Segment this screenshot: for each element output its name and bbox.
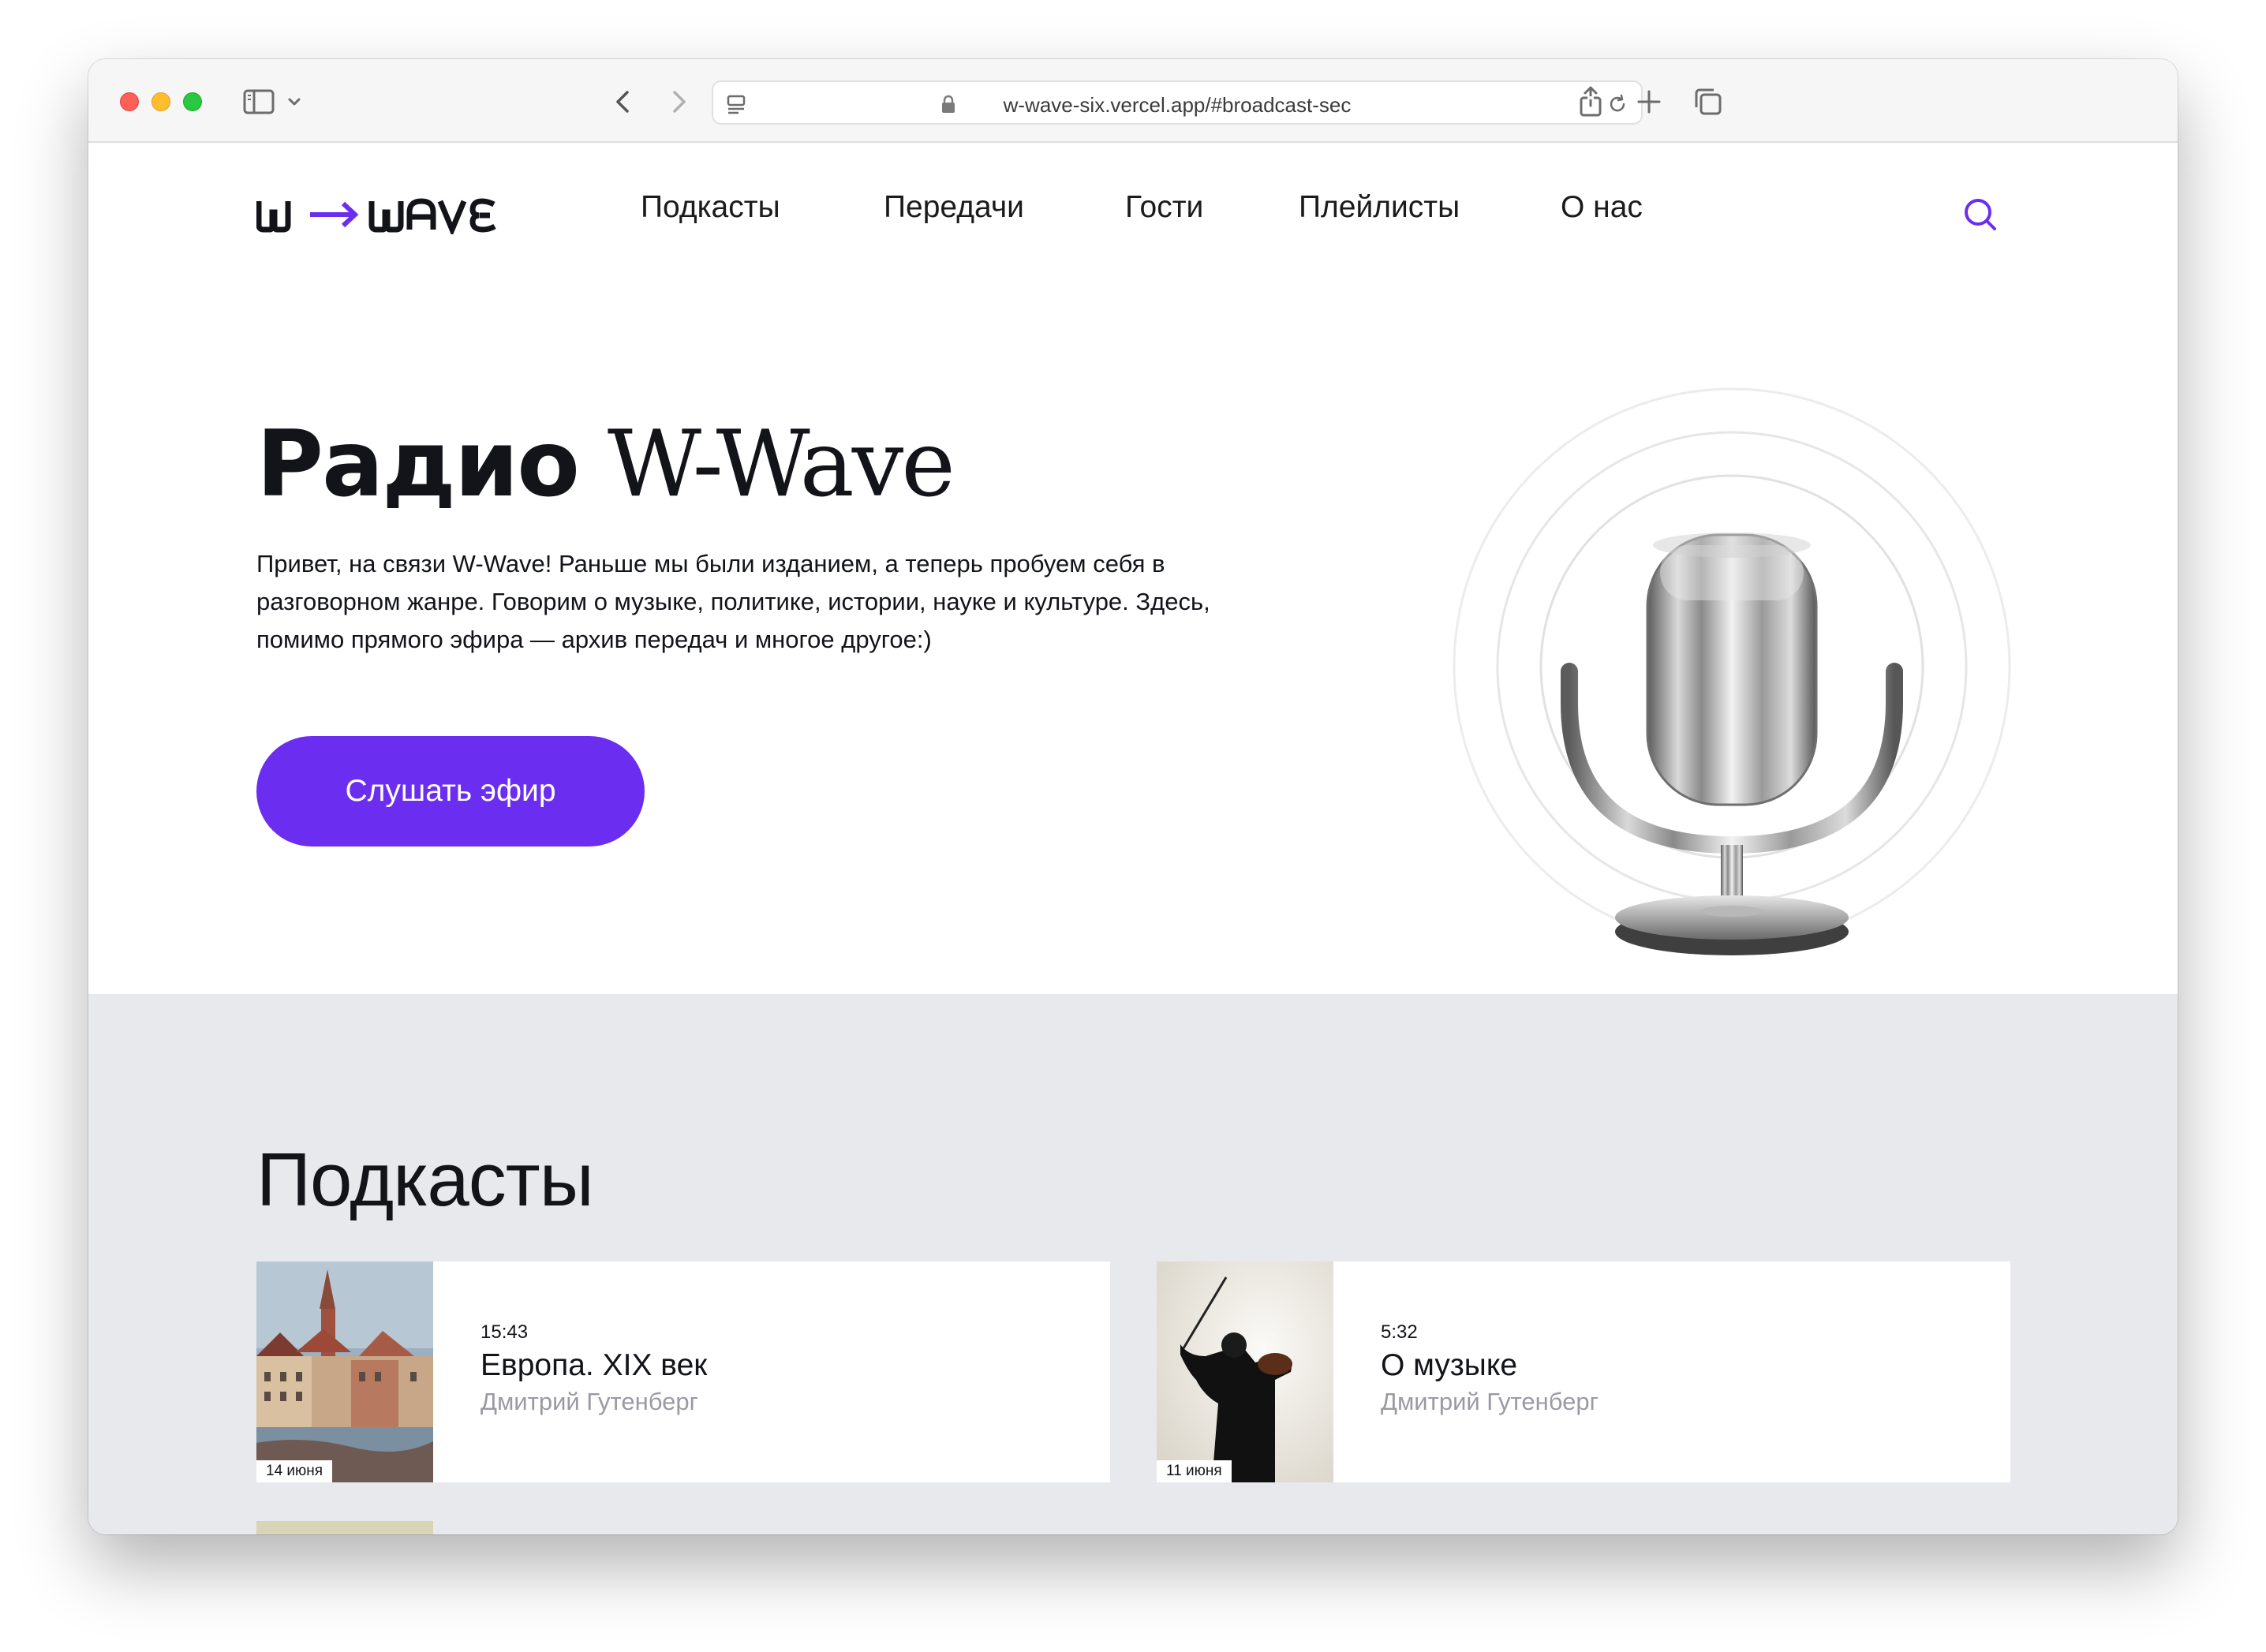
minimize-window-button[interactable]	[151, 92, 170, 111]
nav-about[interactable]: О нас	[1561, 190, 1643, 225]
next-podcast-cover	[256, 1521, 433, 1534]
back-arrow-icon[interactable]	[606, 83, 641, 121]
hero-title-brand: W-Wave	[607, 411, 955, 518]
hero-description: Привет, на связи W-Wave! Раньше мы были …	[256, 550, 1210, 653]
browser-toolbar: w-wave-six.vercel.app/#broadcast-sec	[88, 59, 2178, 143]
hero-title-radio: Радио	[256, 411, 580, 518]
search-icon[interactable]	[1961, 195, 1999, 233]
sidebar-toggle-icon[interactable]	[241, 83, 278, 121]
podcasts-section: Подкасты 14 июня 15:43 Европа. XIX век Д…	[88, 994, 2178, 1534]
nav-broadcasts[interactable]: Передачи	[884, 190, 1024, 225]
microphone-illustration	[1453, 387, 2011, 955]
podcast-duration: 15:43	[480, 1321, 529, 1343]
chevron-down-icon[interactable]	[286, 83, 303, 121]
podcast-card[interactable]: 11 июня 5:32 О музыке Дмитрий Гутенберг	[1157, 1261, 2010, 1482]
new-tab-icon[interactable]	[1632, 83, 1666, 121]
close-window-button[interactable]	[120, 92, 139, 111]
hero-title: Радио W-Wave	[256, 419, 955, 510]
nav-playlists[interactable]: Плейлисты	[1299, 190, 1460, 225]
tab-overview-icon[interactable]	[1690, 83, 1725, 121]
zoom-window-button[interactable]	[183, 92, 202, 111]
listen-live-button[interactable]: Слушать эфир	[256, 736, 645, 847]
w-wave-logo[interactable]	[256, 193, 514, 234]
hero-section: Подкасты Передачи Гости Плейлисты О нас …	[88, 143, 2178, 994]
web-page: Подкасты Передачи Гости Плейлисты О нас …	[88, 143, 2178, 1534]
podcast-title[interactable]: Европа. XIX век	[480, 1348, 707, 1383]
share-icon[interactable]	[1573, 83, 1608, 121]
url-text: w-wave-six.vercel.app/#broadcast-sec	[1003, 93, 1352, 117]
podcast-title[interactable]: О музыке	[1381, 1348, 1517, 1383]
podcast-duration: 5:32	[1381, 1321, 1418, 1343]
podcast-cover-image: 11 июня	[1157, 1261, 1333, 1482]
forward-arrow-icon[interactable]	[661, 83, 696, 121]
podcast-author[interactable]: Дмитрий Гутенберг	[1381, 1388, 1599, 1416]
nav-guests[interactable]: Гости	[1125, 190, 1203, 225]
podcast-cover-image: 14 июня	[256, 1261, 433, 1482]
podcasts-heading: Подкасты	[256, 1138, 594, 1222]
address-bar[interactable]: w-wave-six.vercel.app/#broadcast-sec	[712, 80, 1643, 125]
podcast-date: 11 июня	[1157, 1460, 1232, 1482]
nav-podcasts[interactable]: Подкасты	[641, 190, 780, 225]
podcast-card[interactable]: 14 июня 15:43 Европа. XIX век Дмитрий Гу…	[256, 1261, 1110, 1482]
reload-icon[interactable]	[1605, 92, 1630, 117]
browser-window: w-wave-six.vercel.app/#broadcast-sec Под…	[88, 59, 2178, 1534]
podcast-author[interactable]: Дмитрий Гутенберг	[480, 1388, 698, 1416]
podcast-date: 14 июня	[256, 1460, 333, 1482]
